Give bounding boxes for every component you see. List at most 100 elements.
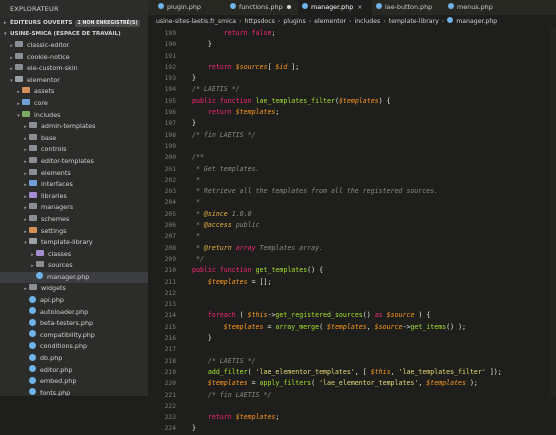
folder-item[interactable]: ▸ controls bbox=[0, 144, 148, 156]
folder-item[interactable]: ▸ schemes bbox=[0, 214, 148, 226]
code-line[interactable]: * Retrieve all the templates from all th… bbox=[192, 186, 502, 197]
code-line[interactable]: return $templates; bbox=[192, 107, 502, 118]
folder-item[interactable]: ▸ sources bbox=[0, 260, 148, 272]
code-line[interactable]: /* fin LAETIS */ bbox=[192, 390, 502, 401]
folder-item[interactable]: ▸ interfaces bbox=[0, 179, 148, 191]
folder-item[interactable]: ▸ libraries bbox=[0, 191, 148, 203]
code-line[interactable]: /* fin LAETIS */ bbox=[192, 130, 502, 141]
code-token: as bbox=[374, 311, 383, 320]
code-line[interactable]: add_filter( 'lae_elementor_templates', [… bbox=[192, 367, 502, 378]
code-token: * Retrieve all the templates from all th… bbox=[192, 187, 439, 196]
code-line[interactable] bbox=[192, 288, 502, 299]
line-number: 201 bbox=[164, 165, 176, 173]
code-token: return bbox=[207, 62, 232, 71]
code-line[interactable]: } bbox=[192, 118, 502, 129]
tree-item-label: compatibility.php bbox=[40, 330, 95, 339]
file-item[interactable]: api.php bbox=[0, 295, 148, 307]
folder-item[interactable]: ▸ cookie-notice bbox=[0, 52, 148, 64]
code-token: function bbox=[219, 96, 252, 105]
code-line[interactable]: * bbox=[192, 231, 502, 242]
open-editors-section[interactable]: ▸ ÉDITEURS OUVERTS 2 NON ENREGISTRÉ(S) bbox=[0, 18, 148, 29]
code-line[interactable]: * bbox=[192, 197, 502, 208]
tab-lae-button-php[interactable]: lae-button.php bbox=[372, 0, 444, 15]
code-line[interactable]: } bbox=[192, 39, 502, 50]
folder-item[interactable]: ▸ classic-editor bbox=[0, 40, 148, 52]
code-line[interactable] bbox=[192, 51, 502, 62]
code-area[interactable]: return false; } return $sources[ $id ];}… bbox=[192, 28, 502, 435]
folder-icon bbox=[15, 64, 23, 71]
code-line[interactable] bbox=[192, 344, 502, 355]
code-line[interactable]: * Get templates. bbox=[192, 164, 502, 175]
code-line[interactable]: /* LAETIS */ bbox=[192, 356, 502, 367]
code-line[interactable]: public function get_templates() { bbox=[192, 265, 502, 276]
file-item[interactable]: fonts.php bbox=[0, 388, 148, 396]
file-item[interactable]: beta-testers.php bbox=[0, 318, 148, 330]
tab-plugin-php[interactable]: plugin.php bbox=[154, 0, 226, 15]
file-item[interactable]: manager.php bbox=[0, 271, 148, 284]
code-line[interactable]: public function lae_templates_filter($te… bbox=[192, 96, 502, 107]
code-line[interactable] bbox=[192, 401, 502, 412]
folder-item[interactable]: ▸ ele-custom-skin bbox=[0, 63, 148, 75]
file-item[interactable]: db.php bbox=[0, 353, 148, 365]
code-line[interactable]: } bbox=[192, 73, 502, 84]
code-line[interactable]: * @since 1.0.0 bbox=[192, 209, 502, 220]
folder-item[interactable]: ▾ includes bbox=[0, 110, 148, 122]
folder-item[interactable]: ▸ assets bbox=[0, 86, 148, 98]
folder-item[interactable]: ▾ template-library bbox=[0, 237, 148, 249]
code-editor[interactable]: 189 190 191 192 193 194 195 196 197 198 199 200 201 2… bbox=[148, 28, 556, 432]
tree-item-label: template-library bbox=[41, 238, 93, 247]
breadcrumb-item[interactable]: manager.php bbox=[456, 18, 497, 25]
folder-item[interactable]: ▸ editor-templates bbox=[0, 156, 148, 168]
code-line[interactable]: return false; bbox=[192, 28, 502, 39]
folder-item[interactable]: ▸ base bbox=[0, 133, 148, 145]
file-item[interactable]: embed.php bbox=[0, 376, 148, 388]
chevron-right-icon: › bbox=[383, 18, 386, 25]
breadcrumb-item[interactable]: usine-sites-laetis.fr_smica bbox=[156, 18, 236, 25]
code-token: $this bbox=[247, 311, 268, 320]
folder-item[interactable]: ▸ widgets bbox=[0, 283, 148, 295]
code-line[interactable]: return $templates; bbox=[192, 412, 502, 423]
breadcrumb-item[interactable]: includes bbox=[355, 18, 381, 25]
code-line[interactable]: * @access public bbox=[192, 220, 502, 231]
folder-item[interactable]: ▾ elementor bbox=[0, 75, 148, 87]
tab-manager-php[interactable]: manager.php × bbox=[298, 0, 372, 15]
code-line[interactable]: } bbox=[192, 423, 502, 434]
scrollbar[interactable] bbox=[550, 28, 556, 396]
folder-item[interactable]: ▸ managers bbox=[0, 202, 148, 214]
file-item[interactable]: autoloader.php bbox=[0, 307, 148, 319]
file-item[interactable]: conditions.php bbox=[0, 341, 148, 353]
file-item[interactable]: editor.php bbox=[0, 365, 148, 377]
explorer-title: EXPLORATEUR bbox=[10, 5, 59, 13]
code-line[interactable]: $templates = []; bbox=[192, 277, 502, 288]
code-line[interactable]: } bbox=[192, 333, 502, 344]
folder-item[interactable]: ▸ core bbox=[0, 98, 148, 110]
code-line[interactable] bbox=[192, 299, 502, 310]
file-item[interactable]: compatibility.php bbox=[0, 330, 148, 342]
code-line[interactable]: $templates = apply_filters( 'lae_element… bbox=[192, 378, 502, 389]
tab-functions-php[interactable]: functions.php bbox=[226, 0, 298, 15]
code-line[interactable]: * @return array Templates array. bbox=[192, 243, 502, 254]
tree-item-label: conditions.php bbox=[40, 342, 88, 351]
code-line[interactable]: $templates = array_merge( $templates, $s… bbox=[192, 322, 502, 333]
tree-item-label: classic-editor bbox=[27, 41, 70, 49]
code-line[interactable]: foreach ( $this->get_registered_sources(… bbox=[192, 310, 502, 321]
folder-item[interactable]: ▸ settings bbox=[0, 226, 148, 238]
code-line[interactable]: */ bbox=[192, 254, 502, 265]
code-line[interactable]: * bbox=[192, 175, 502, 186]
unsaved-dot-icon[interactable] bbox=[286, 5, 291, 9]
folder-item[interactable]: ▸ classes bbox=[0, 249, 148, 261]
breadcrumb-item[interactable]: elementor bbox=[314, 18, 346, 25]
php-file-icon bbox=[36, 272, 43, 280]
tab-menus-php[interactable]: menus.php bbox=[444, 0, 518, 15]
breadcrumb-item[interactable]: template-library bbox=[389, 18, 439, 25]
breadcrumb-item[interactable]: httpsdocs bbox=[245, 18, 275, 25]
code-line[interactable]: /** bbox=[192, 152, 502, 163]
code-line[interactable]: return $sources[ $id ]; bbox=[192, 62, 502, 73]
folder-item[interactable]: ▸ admin-templates bbox=[0, 121, 148, 133]
code-line[interactable] bbox=[192, 141, 502, 152]
close-icon[interactable]: × bbox=[357, 4, 362, 11]
workspace-section[interactable]: ▾ USINE-SMICA (ESPACE DE TRAVAIL) bbox=[0, 29, 148, 40]
breadcrumb-item[interactable]: plugins bbox=[283, 18, 305, 25]
folder-item[interactable]: ▸ elements bbox=[0, 168, 148, 180]
code-line[interactable]: /* LAETIS */ bbox=[192, 84, 502, 95]
